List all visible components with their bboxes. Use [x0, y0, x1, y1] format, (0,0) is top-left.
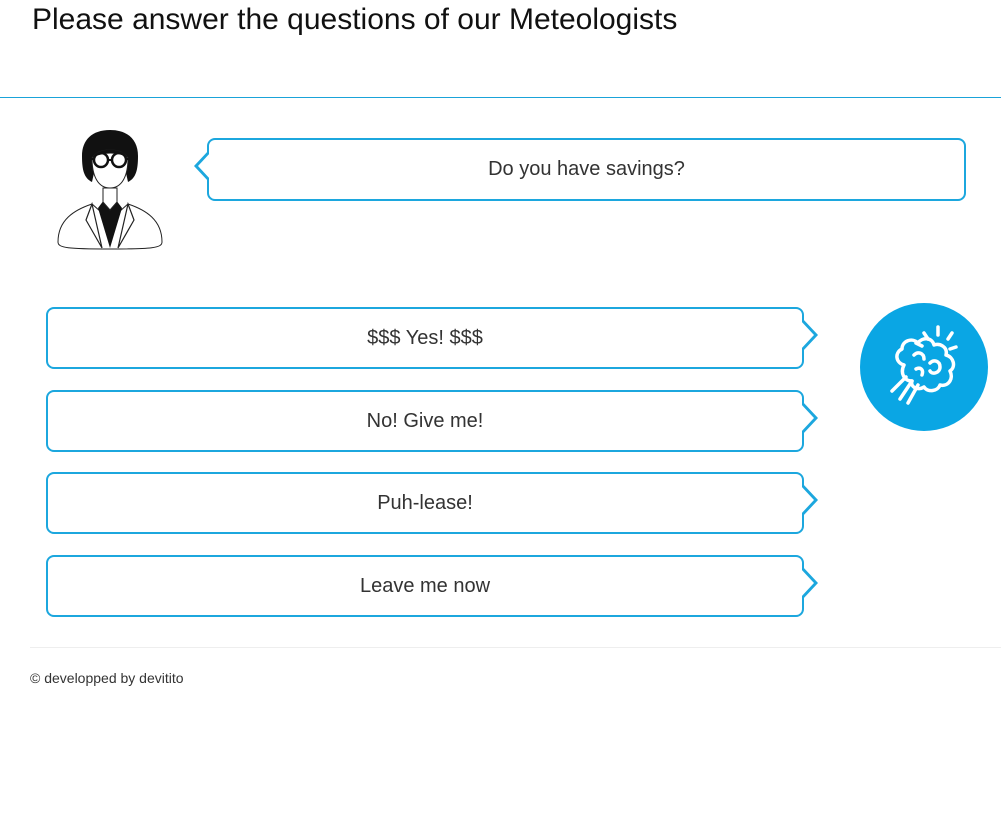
- answer-label: $$$ Yes! $$$: [367, 326, 483, 349]
- question-text: Do you have savings?: [488, 158, 685, 180]
- answer-label: Leave me now: [359, 574, 491, 597]
- weather-brain-icon: [860, 303, 988, 431]
- answer-label: Puh-lease!: [377, 491, 473, 514]
- answer-button-puh-lease[interactable]: Puh-lease!: [46, 472, 818, 534]
- answer-button-leave[interactable]: Leave me now: [46, 555, 818, 617]
- answer-button-no[interactable]: No! Give me!: [46, 390, 818, 452]
- footer-credits: © developped by devitito: [30, 670, 184, 686]
- answer-button-yes[interactable]: $$$ Yes! $$$: [46, 307, 818, 369]
- question-bubble: Do you have savings?: [194, 138, 966, 201]
- answer-label: No! Give me!: [366, 409, 484, 432]
- meteorologist-avatar-icon: [52, 124, 168, 252]
- footer-divider: [30, 647, 1001, 648]
- page-title: Please answer the questions of our Meteo…: [32, 3, 678, 36]
- header-divider: [0, 97, 1001, 98]
